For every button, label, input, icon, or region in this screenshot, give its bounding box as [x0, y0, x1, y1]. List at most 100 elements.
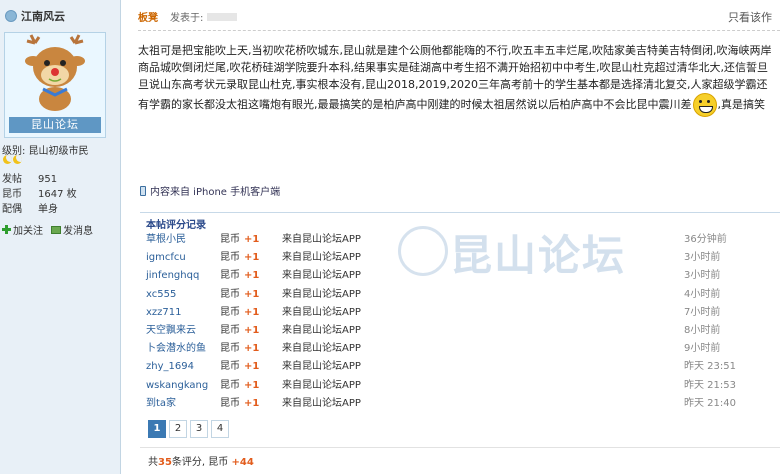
rating-row: zhy_1694 昆币 +1 来自昆山论坛APP 昨天 23:51 — [146, 358, 780, 376]
rating-records: 本帖评分记录 草根小民 昆币 +1 来自昆山论坛APP 36分钟前 igmcfcu 昆币 +1… — [140, 212, 780, 468]
message-icon — [51, 225, 61, 234]
rating-amount: +1 — [244, 379, 260, 391]
rating-reason: 来自昆山论坛APP — [282, 397, 361, 409]
rating-user-link[interactable]: igmcfcu — [146, 249, 186, 267]
rating-row: jinfenghqq 昆币 +1 来自昆山论坛APP 3小时前 — [146, 267, 780, 285]
rating-user-link[interactable]: xzz711 — [146, 304, 182, 322]
user-actions: 加关注 发消息 — [2, 222, 93, 237]
moon-icon — [13, 155, 22, 164]
mobile-client-note[interactable]: 内容来自 iPhone 手机客户端 — [140, 183, 280, 198]
rating-amount: +1 — [244, 397, 260, 409]
rating-title: 本帖评分记录 — [146, 220, 206, 231]
follow-button[interactable]: 加关注 — [2, 222, 43, 237]
posted-label: 发表于: — [170, 13, 204, 24]
rating-time: 9小时前 — [684, 343, 721, 355]
rating-total: +44 — [231, 457, 254, 468]
rating-user-link[interactable]: 草根小民 — [146, 231, 186, 249]
rating-reason: 来自昆山论坛APP — [282, 252, 361, 264]
rating-user-link[interactable]: 卜会潜水的鱼 — [146, 340, 206, 358]
rating-currency: 昆币 — [220, 234, 240, 245]
floor-badge: 板凳 — [138, 13, 158, 24]
rating-row: 到ta家 昆币 +1 来自昆山论坛APP 昨天 21:40 — [146, 395, 780, 413]
rating-user-link[interactable]: 到ta家 — [146, 395, 176, 413]
plus-icon — [2, 225, 11, 234]
send-message-button[interactable]: 发消息 — [51, 222, 93, 237]
rating-row: igmcfcu 昆币 +1 来自昆山论坛APP 3小时前 — [146, 249, 780, 267]
rating-time: 昨天 21:53 — [684, 379, 736, 391]
page-button-1[interactable]: 1 — [148, 420, 166, 438]
stat-coins: 昆币 1647 枚 — [2, 189, 77, 200]
rating-user-link[interactable]: wskangkang — [146, 377, 208, 395]
rating-time: 昨天 23:51 — [684, 361, 736, 373]
laughing-emoji-icon — [692, 93, 717, 117]
rating-time: 3小时前 — [684, 270, 721, 282]
avatar-banner: 昆山论坛 — [9, 117, 101, 133]
moon-icon — [3, 155, 12, 164]
rating-currency: 昆币 — [220, 270, 240, 282]
rating-amount: +1 — [244, 343, 260, 355]
rating-time: 3小时前 — [684, 252, 721, 264]
page-button-4[interactable]: 4 — [211, 420, 229, 438]
rating-reason: 来自昆山论坛APP — [282, 379, 361, 391]
post-header: 板凳 发表于: 只看该作 — [138, 9, 780, 24]
stat-posts: 发帖 951 — [2, 174, 58, 185]
summary-divider — [140, 447, 780, 448]
rating-amount: +1 — [244, 288, 260, 300]
post-content: 太祖可是把宝能吹上天,当初吹花桥吹城东,昆山就是建个公厕他都能嗨的不行,吹五丰五… — [138, 42, 774, 117]
page-button-3[interactable]: 3 — [190, 420, 208, 438]
phone-icon — [140, 185, 146, 196]
rating-time: 36分钟前 — [684, 234, 727, 245]
rating-time: 8小时前 — [684, 324, 721, 336]
rating-currency: 昆币 — [220, 306, 240, 318]
rating-currency: 昆币 — [220, 343, 240, 355]
rating-reason: 来自昆山论坛APP — [282, 288, 361, 300]
rating-reason: 来自昆山论坛APP — [282, 324, 361, 336]
reindeer-avatar-icon — [25, 34, 85, 111]
rating-reason: 来自昆山论坛APP — [282, 270, 361, 282]
rating-time: 昨天 21:40 — [684, 397, 736, 409]
rating-row: 卜会潜水的鱼 昆币 +1 来自昆山论坛APP 9小时前 — [146, 340, 780, 358]
posted-time-redacted — [207, 12, 238, 21]
user-stats: 发帖 951 昆币 1647 枚 配偶 单身 — [2, 172, 77, 217]
rating-user-link[interactable]: xc555 — [146, 286, 176, 304]
username[interactable]: 江南风云 — [21, 8, 65, 24]
rating-currency: 昆币 — [220, 361, 240, 373]
stat-spouse: 配偶 单身 — [2, 204, 58, 215]
rating-amount: +1 — [244, 306, 260, 318]
rating-amount: +1 — [244, 234, 260, 245]
rating-currency: 昆币 — [220, 397, 240, 409]
username-line[interactable]: 江南风云 — [5, 8, 65, 24]
rating-row: wskangkang 昆币 +1 来自昆山论坛APP 昨天 21:53 — [146, 377, 780, 395]
post-text: 太祖可是把宝能吹上天,当初吹花桥吹城东,昆山就是建个公厕他都能嗨的不行,吹五丰五… — [138, 44, 772, 111]
rating-reason: 来自昆山论坛APP — [282, 234, 361, 245]
rating-time: 7小时前 — [684, 306, 721, 318]
rating-row: xc555 昆币 +1 来自昆山论坛APP 4小时前 — [146, 286, 780, 304]
post-text-tail: ,真是搞笑 — [717, 98, 766, 111]
header-divider — [138, 30, 780, 31]
level-moons — [3, 155, 22, 164]
only-author-link[interactable]: 只看该作 — [728, 9, 772, 25]
rating-reason: 来自昆山论坛APP — [282, 306, 361, 318]
rating-pager: 1234 — [148, 420, 229, 438]
author-sidebar: 江南风云 昆山论坛 级别: 昆山初级市民 发帖 951 昆币 1647 枚 配偶… — [0, 0, 121, 474]
rating-currency: 昆币 — [220, 324, 240, 336]
rating-reason: 来自昆山论坛APP — [282, 343, 361, 355]
online-status-icon — [5, 10, 17, 22]
rating-row: 草根小民 昆币 +1 来自昆山论坛APP 36分钟前 — [146, 231, 780, 249]
rating-amount: +1 — [244, 361, 260, 373]
post-main: 板凳 发表于: 只看该作 太祖可是把宝能吹上天,当初吹花桥吹城东,昆山就是建个公… — [130, 0, 780, 474]
rating-count: 35 — [158, 457, 172, 468]
rating-time: 4小时前 — [684, 288, 721, 300]
rating-amount: +1 — [244, 270, 260, 282]
rating-user-link[interactable]: zhy_1694 — [146, 358, 194, 376]
rating-reason: 来自昆山论坛APP — [282, 361, 361, 373]
rating-currency: 昆币 — [220, 288, 240, 300]
rating-user-link[interactable]: 天空飘来云 — [146, 322, 196, 340]
rating-currency: 昆币 — [220, 252, 240, 264]
rating-user-link[interactable]: jinfenghqq — [146, 267, 199, 285]
avatar[interactable]: 昆山论坛 — [4, 32, 106, 138]
rating-amount: +1 — [244, 252, 260, 264]
rating-summary: 共35条评分, 昆币 +44 — [148, 457, 254, 468]
rating-list: 草根小民 昆币 +1 来自昆山论坛APP 36分钟前 igmcfcu 昆币 +1 来自昆山论坛A… — [146, 231, 780, 413]
page-button-2[interactable]: 2 — [169, 420, 187, 438]
